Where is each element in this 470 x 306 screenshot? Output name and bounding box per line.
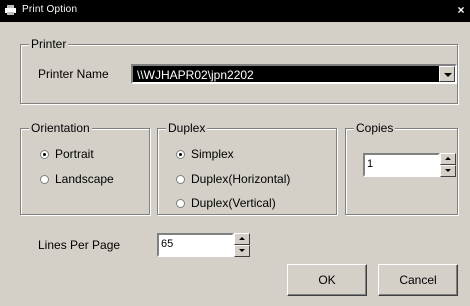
copies-value: 1 bbox=[367, 158, 374, 170]
lines-per-page-value: 65 bbox=[161, 238, 174, 250]
radio-duplex-horizontal-label: Duplex(Horizontal) bbox=[191, 172, 291, 186]
printer-window-icon bbox=[5, 5, 16, 15]
cancel-button[interactable]: Cancel bbox=[378, 264, 458, 296]
copies-group-legend: Copies bbox=[354, 120, 396, 136]
title-bar[interactable]: Print Option × bbox=[0, 0, 470, 22]
spin-up-icon[interactable] bbox=[234, 233, 250, 245]
printer-name-combobox[interactable]: \\WJHAPR02\jpn2202 bbox=[131, 64, 457, 84]
radio-duplex-vertical-label: Duplex(Vertical) bbox=[191, 196, 276, 210]
radio-simplex-label: Simplex bbox=[191, 147, 234, 161]
radio-selected-icon bbox=[40, 150, 49, 159]
lines-per-page-spin-arrows bbox=[234, 233, 250, 257]
duplex-group-legend: Duplex bbox=[166, 120, 208, 136]
radio-unselected-icon bbox=[40, 175, 49, 184]
copies-input[interactable]: 1 bbox=[363, 153, 440, 177]
cancel-button-label: Cancel bbox=[399, 273, 437, 287]
printer-name-label: Printer Name bbox=[38, 67, 109, 81]
lines-per-page-spinner[interactable]: 65 bbox=[157, 233, 250, 257]
printer-group-legend: Printer bbox=[29, 36, 69, 52]
window-title: Print Option bbox=[22, 4, 78, 15]
spin-down-icon[interactable] bbox=[234, 245, 250, 257]
spin-up-icon[interactable] bbox=[440, 153, 456, 165]
printer-name-value: \\WJHAPR02\jpn2202 bbox=[137, 68, 254, 82]
ok-button-label: OK bbox=[318, 273, 336, 287]
radio-selected-icon bbox=[176, 150, 185, 159]
print-option-dialog: Print Option × Printer Printer Name \\WJ… bbox=[0, 0, 470, 306]
radio-duplex-vertical[interactable]: Duplex(Vertical) bbox=[176, 195, 276, 211]
radio-simplex[interactable]: Simplex bbox=[176, 146, 234, 162]
lines-per-page-input[interactable]: 65 bbox=[157, 233, 234, 257]
radio-duplex-horizontal[interactable]: Duplex(Horizontal) bbox=[176, 171, 290, 187]
radio-unselected-icon bbox=[176, 199, 185, 208]
lines-per-page-label: Lines Per Page bbox=[38, 238, 121, 252]
chevron-down-icon[interactable] bbox=[439, 66, 455, 82]
radio-landscape-label: Landscape bbox=[55, 172, 114, 186]
radio-portrait[interactable]: Portrait bbox=[40, 146, 94, 162]
spin-down-icon[interactable] bbox=[440, 165, 456, 177]
ok-button[interactable]: OK bbox=[287, 264, 367, 296]
copies-spinner[interactable]: 1 bbox=[363, 153, 456, 177]
close-button[interactable]: × bbox=[454, 3, 468, 17]
copies-spin-arrows bbox=[440, 153, 456, 177]
radio-landscape[interactable]: Landscape bbox=[40, 171, 114, 187]
orientation-group-legend: Orientation bbox=[29, 120, 92, 136]
radio-unselected-icon bbox=[176, 175, 185, 184]
radio-portrait-label: Portrait bbox=[55, 147, 94, 161]
